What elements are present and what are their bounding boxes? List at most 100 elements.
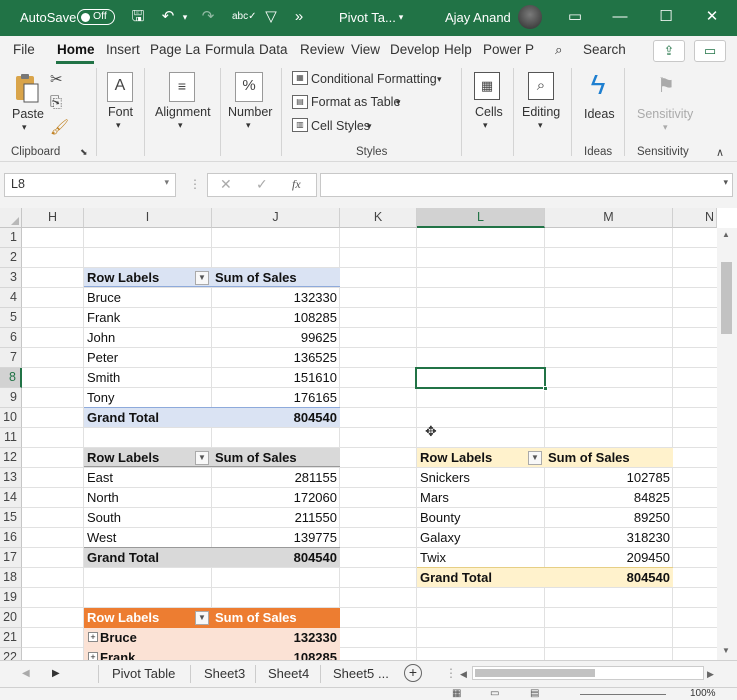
editing-dropdown-icon[interactable]: ▾ xyxy=(538,120,543,131)
pivot3-value-header[interactable]: Sum of Sales xyxy=(545,448,673,468)
formula-input[interactable]: ▾ xyxy=(320,173,733,197)
pivot1-filter-dropdown-icon[interactable]: ▼ xyxy=(195,271,209,285)
number-dropdown-icon[interactable]: ▾ xyxy=(246,120,251,131)
pivot1-total-label[interactable]: Grand Total xyxy=(84,408,212,428)
pivot3-row-labels-header[interactable]: Row Labels xyxy=(417,448,545,468)
pivot2-value[interactable]: 211550 xyxy=(212,508,340,528)
pivot3-label[interactable]: Bounty xyxy=(417,508,545,528)
more-commands-icon[interactable]: » xyxy=(292,8,306,26)
pivot4-value-header[interactable]: Sum of Sales xyxy=(212,608,340,628)
conditional-formatting-label[interactable]: Conditional Formatting xyxy=(311,72,437,86)
pivot2-label[interactable]: West xyxy=(84,528,212,548)
pivot2-label[interactable]: North xyxy=(84,488,212,508)
scroll-up-icon[interactable]: ▲ xyxy=(722,230,730,239)
horizontal-scrollbar-track[interactable] xyxy=(472,666,704,680)
cells-label[interactable]: Cells xyxy=(475,105,503,119)
row-header[interactable]: 3 xyxy=(0,268,22,288)
pivot3-label[interactable]: Snickers xyxy=(417,468,545,488)
more-sheets[interactable]: ... xyxy=(378,666,389,681)
tab-split-grip-icon[interactable]: ⋮ xyxy=(445,666,457,680)
vertical-scrollbar[interactable]: ▲ ▼ xyxy=(717,228,737,660)
tab-developer[interactable]: Develop xyxy=(390,42,440,57)
column-header-j[interactable]: J xyxy=(212,208,340,228)
maximize-icon[interactable]: ☐ xyxy=(657,8,675,26)
pivot3-value[interactable]: 102785 xyxy=(545,468,673,488)
undo-dropdown-icon[interactable]: ▾ xyxy=(180,8,190,26)
alignment-dropdown-icon[interactable]: ▾ xyxy=(178,120,183,131)
pivot2-label[interactable]: East xyxy=(84,468,212,488)
row-header[interactable]: 18 xyxy=(0,568,22,588)
tab-review[interactable]: Review xyxy=(300,42,344,57)
row-header[interactable]: 6 xyxy=(0,328,22,348)
select-all-corner[interactable] xyxy=(0,208,22,228)
pivot1-row-labels-header[interactable]: Row Labels xyxy=(84,268,212,288)
alignment-icon[interactable]: ≡ xyxy=(169,72,195,102)
sheet-tab-sheet3[interactable]: Sheet3 xyxy=(204,666,245,681)
conditional-dropdown-icon[interactable]: ▾ xyxy=(437,74,442,85)
collapse-ribbon-icon[interactable]: ∧ xyxy=(716,146,724,159)
scroll-tabs-left-icon[interactable]: ◀ xyxy=(22,668,30,679)
column-header-h[interactable]: H xyxy=(22,208,84,228)
pivot1-value[interactable]: 99625 xyxy=(212,328,340,348)
autosave-toggle[interactable]: Off xyxy=(77,9,115,25)
add-sheet-icon[interactable]: + xyxy=(404,664,422,682)
column-header-l[interactable]: L xyxy=(417,208,545,228)
insert-function-icon[interactable]: fx xyxy=(292,177,301,192)
pivot2-total-value[interactable]: 804540 xyxy=(212,548,340,568)
scroll-tabs-right-icon[interactable]: ▶ xyxy=(52,668,60,679)
pivot2-filter-dropdown-icon[interactable]: ▼ xyxy=(195,451,209,465)
row-header[interactable]: 13 xyxy=(0,468,22,488)
row-header[interactable]: 10 xyxy=(0,408,22,428)
row-header[interactable]: 5 xyxy=(0,308,22,328)
tab-help[interactable]: Help xyxy=(444,42,472,57)
share-button[interactable]: ⇪ xyxy=(653,40,685,62)
column-header-i[interactable]: I xyxy=(84,208,212,228)
tab-home[interactable]: Home xyxy=(57,42,95,57)
pivot3-filter-dropdown-icon[interactable]: ▼ xyxy=(528,451,542,465)
pivot1-value[interactable]: 151610 xyxy=(212,368,340,388)
cells-icon[interactable]: ▦ xyxy=(474,72,500,100)
comments-button[interactable]: ▭ xyxy=(694,40,726,62)
page-break-view-icon[interactable]: ▤ xyxy=(530,688,539,699)
pivot3-value[interactable]: 318230 xyxy=(545,528,673,548)
pivot3-value[interactable]: 209450 xyxy=(545,548,673,568)
tab-data[interactable]: Data xyxy=(259,42,288,57)
paste-dropdown-icon[interactable]: ▾ xyxy=(22,122,27,133)
row-header[interactable]: 21 xyxy=(0,628,22,648)
pivot2-value[interactable]: 172060 xyxy=(212,488,340,508)
close-icon[interactable]: ✕ xyxy=(703,8,721,26)
active-cell-selection[interactable] xyxy=(415,367,548,391)
row-header[interactable]: 1 xyxy=(0,228,22,248)
name-box[interactable]: L8 ▾ xyxy=(4,173,176,197)
row-header[interactable]: 20 xyxy=(0,608,22,628)
formula-bar-grip-icon[interactable]: ⋮ xyxy=(189,177,201,191)
font-icon[interactable]: A xyxy=(107,72,133,102)
tab-insert[interactable]: Insert xyxy=(106,42,140,57)
scroll-down-icon[interactable]: ▼ xyxy=(722,646,730,655)
clipboard-launcher-icon[interactable]: ⬊ xyxy=(80,147,88,158)
pivot2-value[interactable]: 281155 xyxy=(212,468,340,488)
copy-icon[interactable]: ⎘ xyxy=(50,94,62,111)
spelling-icon[interactable]: abc✓ xyxy=(232,8,257,26)
h-scroll-left-icon[interactable]: ◀ xyxy=(460,669,467,680)
format-table-dropdown-icon[interactable]: ▾ xyxy=(396,97,401,108)
fill-handle[interactable] xyxy=(543,386,548,391)
pivot4-label[interactable]: Frank xyxy=(97,648,212,660)
search-icon[interactable]: ⌕ xyxy=(555,42,563,58)
row-header[interactable]: 7 xyxy=(0,348,22,368)
pivot3-value[interactable]: 89250 xyxy=(545,508,673,528)
user-name[interactable]: Ajay Anand xyxy=(445,10,511,25)
pivot3-label[interactable]: Galaxy xyxy=(417,528,545,548)
save-icon[interactable]: 🖫 xyxy=(128,8,148,26)
worksheet-grid[interactable]: H I J K L M N 1 2 3 4 5 6 7 8 9 10 11 12… xyxy=(0,208,737,660)
undo-icon[interactable]: ↶ xyxy=(157,8,179,26)
cell-styles-label[interactable]: Cell Styles xyxy=(311,119,370,133)
alignment-label[interactable]: Alignment xyxy=(155,105,211,119)
document-title[interactable]: Pivot Ta... xyxy=(339,10,396,25)
pivot1-value[interactable]: 176165 xyxy=(212,388,340,408)
row-header[interactable]: 12 xyxy=(0,448,22,468)
ideas-icon[interactable]: ϟ xyxy=(584,68,612,102)
pivot1-label[interactable]: Frank xyxy=(84,308,212,328)
pivot3-total-label[interactable]: Grand Total xyxy=(417,568,545,588)
sheet-tab-sheet4[interactable]: Sheet4 xyxy=(268,666,309,681)
